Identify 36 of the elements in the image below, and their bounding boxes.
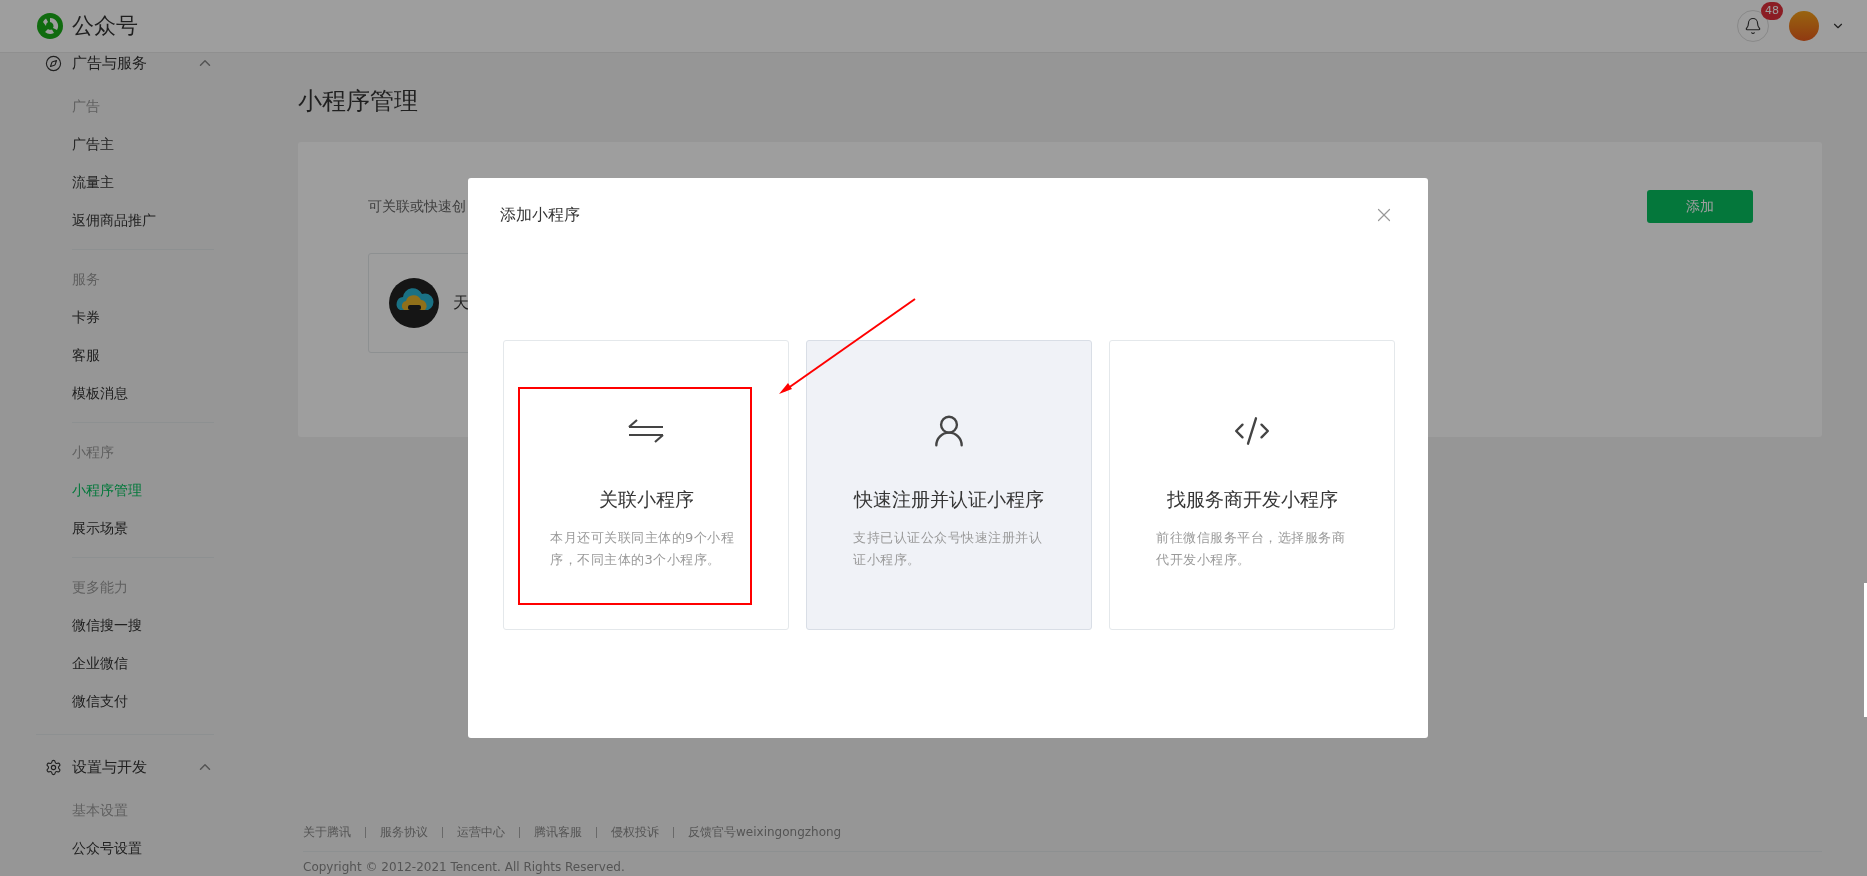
sidebar-item[interactable]: 模板消息 (72, 374, 214, 412)
sidebar-item[interactable]: 微信搜一搜 (72, 606, 214, 644)
logo-text: 公众号 (72, 12, 138, 40)
sidebar-item[interactable]: 公众号设置 (72, 829, 214, 867)
mini-app-name: 天 (453, 292, 469, 314)
settings-icon (45, 758, 62, 776)
avatar[interactable] (1789, 11, 1819, 41)
compass-icon (45, 54, 62, 72)
option-card[interactable]: 找服务商开发小程序 前往微信服务平台，选择服务商代开发小程序。 (1109, 340, 1395, 630)
card-description: 可关联或快速创 (368, 197, 466, 216)
sidebar-item[interactable]: 卡券 (72, 298, 214, 336)
sidebar-item[interactable]: 返佣商品推广 (72, 201, 214, 239)
sidebar-item[interactable]: 客服 (72, 336, 214, 374)
sidebar-item[interactable]: 展示场景 (72, 509, 214, 547)
option-description: 支持已认证公众号快速注册并认证小程序。 (853, 529, 1043, 569)
sidebar-item[interactable]: 广告主 (72, 125, 214, 163)
dialog-title: 添加小程序 (500, 204, 581, 226)
option-card[interactable]: 关联小程序 本月还可关联同主体的9个小程序，不同主体的3个小程序。 (503, 340, 789, 630)
sidebar-group-title[interactable]: 广告与服务 (72, 53, 186, 73)
page-title: 小程序管理 (298, 86, 419, 117)
copyright-text: Copyright © 2012-2021 Tencent. All Rights Reserved. (303, 860, 626, 876)
option-title: 快速注册并认证小程序 (854, 487, 1044, 512)
sidebar-item[interactable]: 微信支付 (72, 682, 214, 720)
notification-badge: 48 (1761, 2, 1783, 20)
sidebar-item[interactable]: 企业微信 (72, 644, 214, 682)
sidebar-group-title[interactable]: 设置与开发 (72, 757, 186, 777)
sidebar-item[interactable]: 流量主 (72, 163, 214, 201)
cloud-app-icon (389, 278, 439, 328)
logo-icon (36, 12, 64, 40)
option-card[interactable]: 快速注册并认证小程序 支持已认证公众号快速注册并认证小程序。 (806, 340, 1092, 630)
option-title: 找服务商开发小程序 (1166, 487, 1338, 512)
option-title: 关联小程序 (598, 487, 694, 512)
option-description: 本月还可关联同主体的9个小程序，不同主体的3个小程序。 (550, 529, 736, 569)
option-description: 前往微信服务平台，选择服务商代开发小程序。 (1156, 529, 1346, 569)
bell-icon (1744, 17, 1762, 35)
swap-arrows-icon (627, 419, 665, 443)
